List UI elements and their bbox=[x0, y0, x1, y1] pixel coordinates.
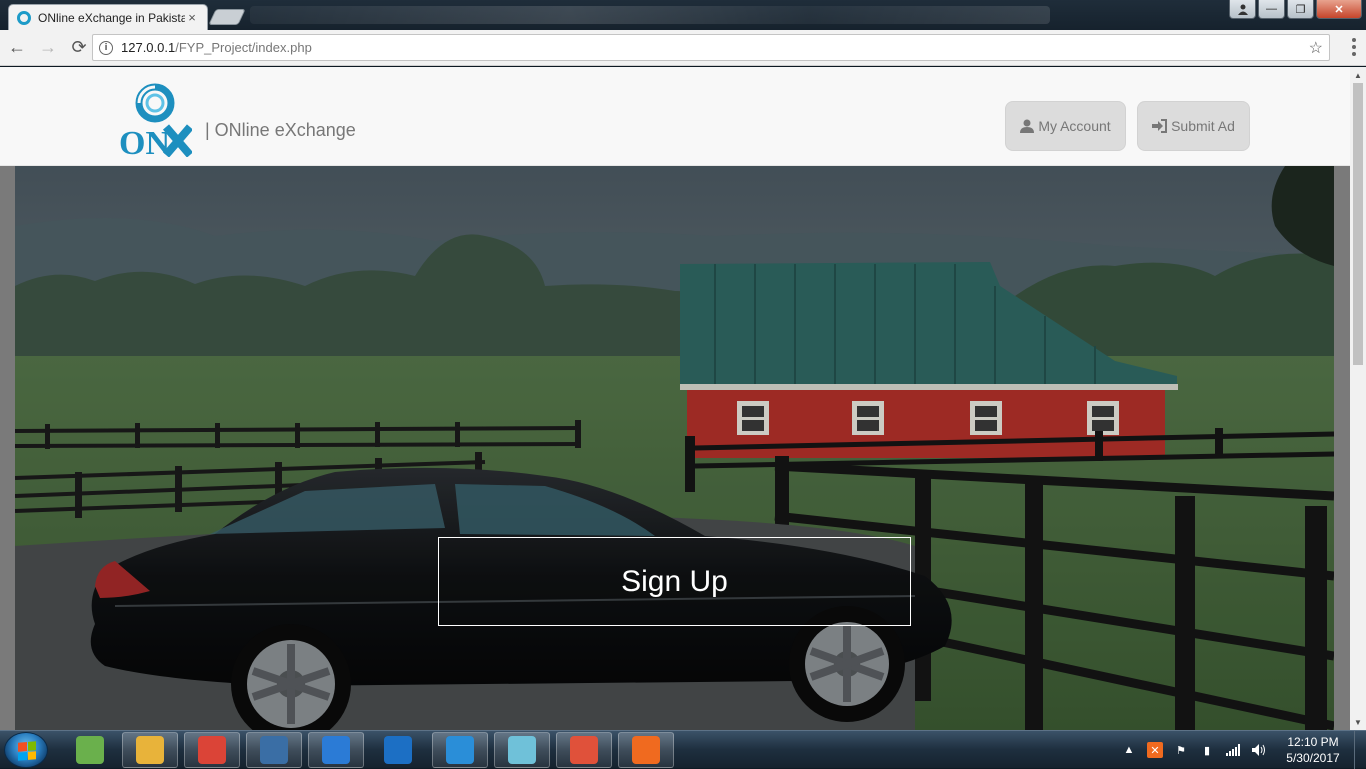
taskbar-brackets[interactable] bbox=[432, 732, 488, 768]
reload-button[interactable]: ⟳ bbox=[65, 34, 93, 62]
task-manager-icon bbox=[260, 736, 288, 764]
taskbar-android-studio[interactable] bbox=[62, 732, 118, 768]
bookmark-star-icon[interactable]: ☆ bbox=[1309, 38, 1323, 58]
xampp-tray-icon[interactable]: ✕ bbox=[1147, 742, 1163, 758]
blurred-region bbox=[250, 6, 1050, 24]
user-profile-button[interactable] bbox=[1229, 0, 1256, 19]
windows-logo-icon bbox=[18, 741, 36, 761]
scroll-thumb[interactable] bbox=[1353, 83, 1363, 365]
tab-close-icon[interactable]: × bbox=[185, 10, 199, 25]
clock-date: 5/30/2017 bbox=[1286, 751, 1340, 765]
taskbar-file-explorer[interactable] bbox=[122, 732, 178, 768]
clock-time: 12:10 PM bbox=[1287, 735, 1339, 749]
site-header: ON | ONline eXchange My Account Submit A… bbox=[0, 67, 1350, 166]
sign-in-icon bbox=[1152, 119, 1168, 133]
taskbar-xampp[interactable] bbox=[618, 732, 674, 768]
browser-toolbar: ← → ⟳ i 127.0.0.1/FYP_Project/index.php … bbox=[0, 30, 1366, 66]
show-desktop-button[interactable] bbox=[1354, 731, 1366, 769]
windows-taskbar: ▲ ✕ ⚑ ▮ 12:10 PM 5/30/2017 bbox=[0, 730, 1366, 769]
show-hidden-icons-icon[interactable]: ▲ bbox=[1121, 742, 1137, 758]
maximize-button[interactable]: ❐ bbox=[1287, 0, 1314, 19]
window-controls: — ❐ ✕ bbox=[1229, 0, 1362, 19]
new-tab-button[interactable] bbox=[208, 9, 246, 25]
taskbar-notepad[interactable] bbox=[494, 732, 550, 768]
submit-ad-label: Submit Ad bbox=[1171, 118, 1235, 134]
brand-text[interactable]: | ONline eXchange bbox=[205, 120, 356, 141]
my-account-button[interactable]: My Account bbox=[1005, 101, 1126, 151]
system-tray: ▲ ✕ ⚑ ▮ 12:10 PM 5/30/2017 bbox=[1116, 731, 1366, 769]
profile-icon bbox=[1237, 4, 1248, 15]
address-bar[interactable]: i 127.0.0.1/FYP_Project/index.php ☆ bbox=[92, 34, 1330, 61]
browser-menu-icon[interactable] bbox=[1352, 38, 1356, 56]
user-icon bbox=[1020, 119, 1035, 133]
taskbar-clock[interactable]: 12:10 PM 5/30/2017 bbox=[1278, 734, 1348, 766]
url-host: 127.0.0.1 bbox=[121, 40, 176, 55]
taskbar-task-manager[interactable] bbox=[246, 732, 302, 768]
scroll-up-icon[interactable]: ▲ bbox=[1350, 67, 1366, 83]
hero-left-gutter bbox=[0, 166, 15, 730]
page-scrollbar[interactable]: ▲ ▼ bbox=[1350, 67, 1366, 730]
my-account-label: My Account bbox=[1038, 118, 1111, 134]
minimize-button[interactable]: — bbox=[1258, 0, 1285, 19]
hero-image bbox=[15, 166, 1334, 730]
git-icon bbox=[570, 736, 598, 764]
network-signal-icon[interactable] bbox=[1225, 742, 1241, 758]
close-window-button[interactable]: ✕ bbox=[1316, 0, 1362, 19]
volume-icon[interactable] bbox=[1251, 742, 1267, 758]
android-studio-icon bbox=[76, 736, 104, 764]
scroll-down-icon[interactable]: ▼ bbox=[1350, 714, 1366, 730]
taskbar-git[interactable] bbox=[556, 732, 612, 768]
notepad-icon bbox=[508, 736, 536, 764]
xampp-icon bbox=[632, 736, 660, 764]
chrome-icon bbox=[198, 736, 226, 764]
hero-banner: Sign Up bbox=[15, 166, 1334, 730]
back-button[interactable]: ← bbox=[3, 34, 31, 62]
hero-right-gutter bbox=[1334, 166, 1350, 730]
browser-titlebar: ONline eXchange in Pakistan × — ❐ ✕ bbox=[0, 0, 1366, 30]
url-path: /FYP_Project/index.php bbox=[175, 40, 312, 55]
page-viewport: ON | ONline eXchange My Account Submit A… bbox=[0, 67, 1350, 730]
taskbar-visual-studio-code[interactable] bbox=[370, 732, 426, 768]
action-center-flag-icon[interactable]: ⚑ bbox=[1173, 742, 1189, 758]
globe-icon bbox=[322, 736, 350, 764]
power-icon[interactable]: ▮ bbox=[1199, 742, 1215, 758]
taskbar-chrome[interactable] bbox=[184, 732, 240, 768]
brackets-icon bbox=[446, 736, 474, 764]
visual-studio-code-icon bbox=[384, 736, 412, 764]
sign-up-button[interactable]: Sign Up bbox=[438, 537, 911, 626]
svg-text:ON: ON bbox=[119, 125, 170, 157]
browser-tab[interactable]: ONline eXchange in Pakistan × bbox=[8, 4, 208, 30]
site-info-icon[interactable]: i bbox=[99, 40, 113, 55]
onx-logo-icon[interactable]: ON bbox=[118, 83, 192, 157]
taskbar-globe[interactable] bbox=[308, 732, 364, 768]
tab-title: ONline eXchange in Pakistan bbox=[38, 10, 185, 25]
forward-button[interactable]: → bbox=[34, 34, 62, 62]
site-favicon-icon bbox=[17, 10, 31, 25]
file-explorer-icon bbox=[136, 736, 164, 764]
submit-ad-button[interactable]: Submit Ad bbox=[1137, 101, 1250, 151]
start-button[interactable] bbox=[4, 732, 48, 768]
